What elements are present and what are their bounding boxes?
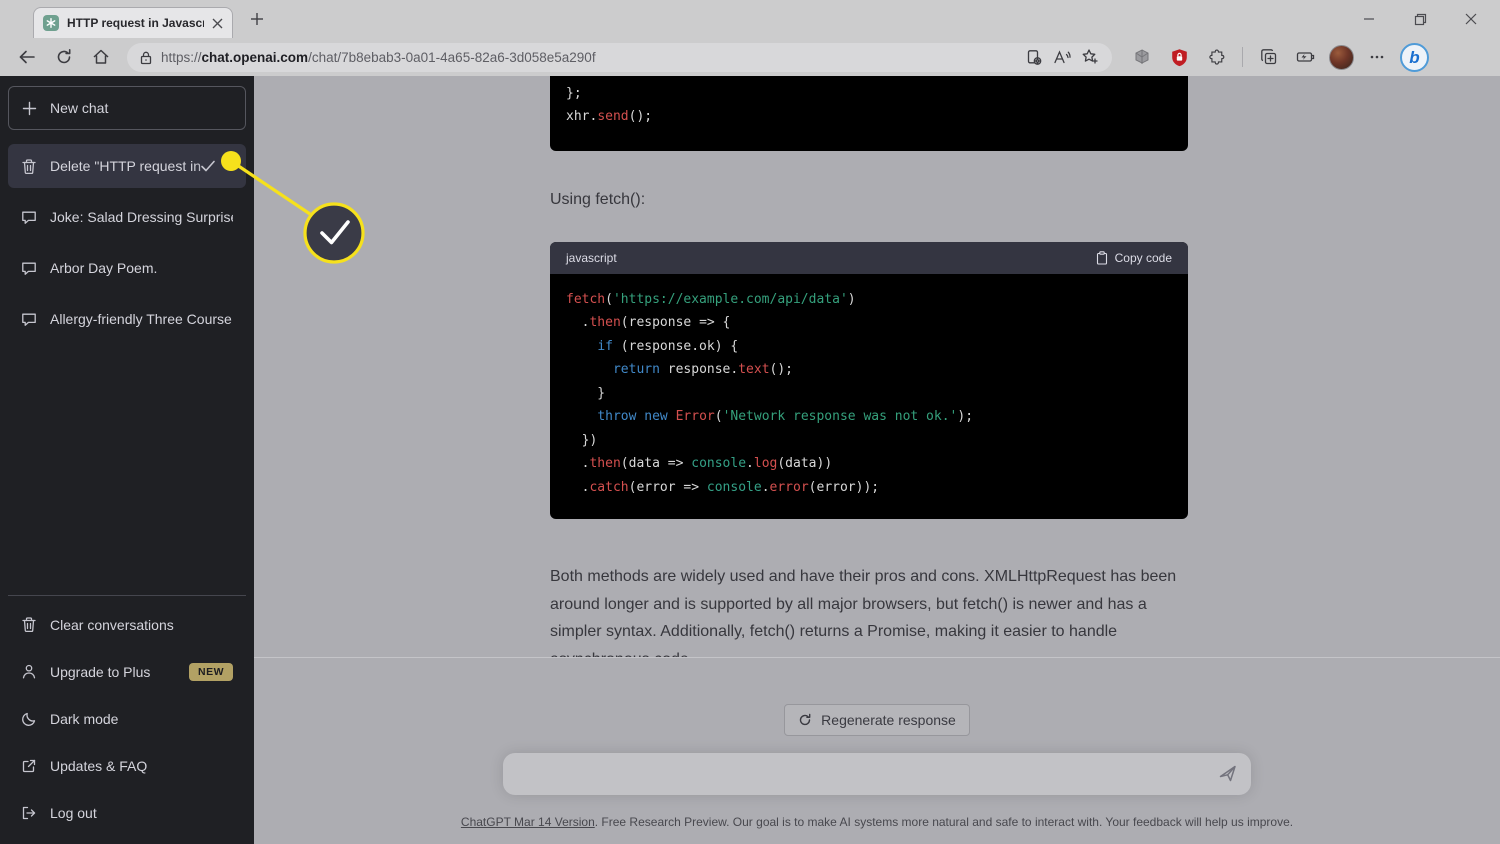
new-chat-label: New chat (50, 100, 108, 116)
menu-label: Clear conversations (50, 617, 174, 633)
new-badge: NEW (189, 663, 233, 681)
regenerate-icon (798, 713, 812, 727)
code-line: fetch('https://example.com/api/data') (566, 288, 1172, 312)
tab-title: HTTP request in Javascript (67, 16, 204, 30)
home-icon[interactable] (86, 42, 116, 72)
history-label: Arbor Day Poem. (50, 260, 233, 276)
moon-icon (21, 711, 37, 727)
disclaimer-text: ChatGPT Mar 14 Version. Free Research Pr… (461, 815, 1293, 829)
code-line: xhr.send(); (566, 105, 1172, 129)
sidebar-item-history-1[interactable]: Joke: Salad Dressing Surprise (8, 195, 246, 239)
regenerate-response-button[interactable]: Regenerate response (784, 704, 970, 736)
sidebar-item-updates-faq[interactable]: Updates & FAQ (8, 742, 246, 789)
code-block-header: javascript Copy code (550, 242, 1188, 274)
sidebar-item-history-2[interactable]: Arbor Day Poem. (8, 246, 246, 290)
code-language-label: javascript (566, 251, 617, 265)
adblock-shield-icon[interactable] (1165, 43, 1193, 71)
version-link[interactable]: ChatGPT Mar 14 Version (461, 815, 595, 829)
profile-avatar[interactable] (1329, 45, 1354, 70)
url-host: chat.openai.com (202, 50, 309, 65)
trash-icon (21, 616, 37, 633)
page-actions-icon[interactable] (1020, 43, 1048, 71)
sidebar-item-upgrade[interactable]: Upgrade to Plus NEW (8, 648, 246, 695)
new-chat-button[interactable]: New chat (8, 86, 246, 130)
url-path: /chat/7b8ebab3-0a01-4a65-82a6-3d058e5a29… (308, 50, 596, 65)
sidebar-item-clear-conversations[interactable]: Clear conversations (8, 601, 246, 648)
code-line: }; (566, 82, 1172, 106)
copy-code-button[interactable]: Copy code (1096, 251, 1172, 265)
confirm-check-icon[interactable] (200, 159, 216, 173)
regenerate-label: Regenerate response (821, 712, 956, 728)
clipboard-icon (1096, 251, 1108, 265)
sidebar-footer-menu: Clear conversations Upgrade to Plus NEW … (8, 595, 246, 844)
code-line: .then(response => { (566, 311, 1172, 335)
chat-main: }};xhr.send(); Using fetch(): javascript… (254, 76, 1500, 844)
address-bar[interactable]: https://chat.openai.com/chat/7b8ebab3-0a… (127, 43, 1112, 72)
browser-titlebar: HTTP request in Javascript (0, 0, 1500, 38)
extension-cube-icon[interactable] (1128, 43, 1156, 71)
url-scheme: https:// (161, 50, 202, 65)
answer-paragraph: Both methods are widely used and have th… (550, 563, 1188, 657)
code-block-fetch: javascript Copy code fetch('https://exam… (550, 242, 1188, 520)
chat-input[interactable] (503, 753, 1251, 795)
extensions-puzzle-icon[interactable] (1202, 43, 1230, 71)
settings-menu-icon[interactable] (1363, 43, 1391, 71)
url-text: https://chat.openai.com/chat/7b8ebab3-0a… (161, 50, 1020, 65)
composer-area: Regenerate response ChatGPT Mar 14 Versi… (254, 657, 1500, 844)
plus-icon (22, 101, 37, 116)
menu-label: Updates & FAQ (50, 758, 147, 774)
sidebar-item-log-out[interactable]: Log out (8, 789, 246, 836)
sidebar-item-delete-chat[interactable]: Delete "HTTP request in (8, 144, 246, 188)
code-line: throw new Error('Network response was no… (566, 405, 1172, 429)
performance-battery-icon[interactable] (1292, 43, 1320, 71)
code-line: return response.text(); (566, 358, 1172, 382)
code-line: .catch(error => console.error(error)); (566, 476, 1172, 500)
chat-bubble-icon (21, 260, 37, 276)
chat-bubble-icon (21, 209, 37, 225)
code-line: }) (566, 429, 1172, 453)
history-label: Joke: Salad Dressing Surprise (50, 209, 233, 225)
code-block-body: fetch('https://example.com/api/data') .t… (550, 274, 1188, 520)
menu-label: Dark mode (50, 711, 118, 727)
restore-icon[interactable] (1409, 8, 1431, 30)
history-label: Allergy-friendly Three Course (50, 311, 233, 327)
code-block-xhr: }};xhr.send(); (550, 76, 1188, 151)
person-icon (21, 663, 37, 680)
fetch-intro-text: Using fetch(): (550, 191, 1188, 209)
tab-close-icon[interactable] (212, 18, 223, 29)
browser-tab[interactable]: HTTP request in Javascript (33, 7, 233, 38)
copy-code-label: Copy code (1115, 251, 1172, 265)
code-line: } (566, 382, 1172, 406)
menu-label: Log out (50, 805, 97, 821)
external-link-icon (21, 758, 37, 774)
refresh-icon[interactable] (49, 42, 79, 72)
code-line: .then(data => console.log(data)) (566, 452, 1172, 476)
back-icon[interactable] (12, 42, 42, 72)
read-aloud-icon[interactable] (1048, 43, 1076, 71)
menu-label: Upgrade to Plus (50, 664, 150, 680)
sidebar-item-dark-mode[interactable]: Dark mode (8, 695, 246, 742)
toolbar-divider (1242, 47, 1243, 67)
bing-copilot-icon[interactable]: b (1400, 43, 1429, 72)
new-tab-icon[interactable] (250, 12, 264, 26)
extensions-area: b (1128, 43, 1429, 72)
sidebar-spacer (8, 348, 246, 595)
close-window-icon[interactable] (1460, 8, 1482, 30)
logout-icon (21, 805, 37, 821)
chatgpt-sidebar: New chat Delete "HTTP request in Joke: S… (0, 76, 254, 844)
chatgpt-favicon (43, 15, 59, 31)
favorites-star-icon[interactable] (1076, 43, 1104, 71)
trash-icon (21, 158, 37, 175)
sidebar-item-history-3[interactable]: Allergy-friendly Three Course (8, 297, 246, 341)
collections-icon[interactable] (1255, 43, 1283, 71)
window-controls (1358, 0, 1490, 38)
conversation-area[interactable]: }};xhr.send(); Using fetch(): javascript… (254, 76, 1500, 657)
lock-icon[interactable] (139, 50, 153, 65)
chat-bubble-icon (21, 311, 37, 327)
code-line: if (response.ok) { (566, 335, 1172, 359)
browser-toolbar: https://chat.openai.com/chat/7b8ebab3-0a… (0, 38, 1500, 76)
minimize-icon[interactable] (1358, 8, 1380, 30)
send-icon[interactable] (1218, 763, 1238, 783)
